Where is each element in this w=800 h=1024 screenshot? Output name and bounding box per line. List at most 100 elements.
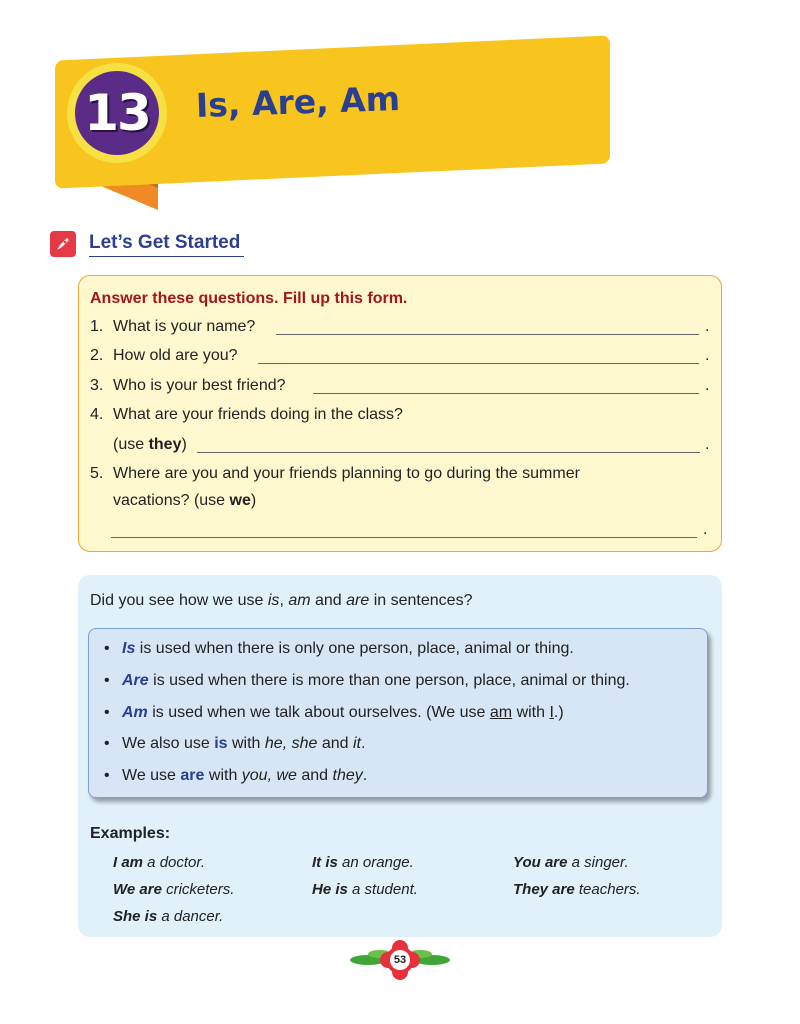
form-instruction: Answer these questions. Fill up this for… xyxy=(90,290,408,307)
bullet: • xyxy=(104,735,110,752)
rule-text: .) xyxy=(553,704,564,721)
question-5: 5. Where are you and your friends plannin… xyxy=(90,465,580,483)
chapter-title: Is, Are, Am xyxy=(195,78,401,125)
rule-text: and xyxy=(296,767,333,784)
example: They are teachers. xyxy=(513,881,641,898)
intro-text: Did you see how we use is, am and are in… xyxy=(90,592,472,610)
text: are xyxy=(346,592,370,609)
rule-text: with xyxy=(512,704,550,721)
question-text: What are your friends doing in the class… xyxy=(113,406,403,423)
end-mark: . xyxy=(705,436,710,453)
hint-text: (use xyxy=(113,436,149,453)
rule-am: • Am is used when we talk about ourselves… xyxy=(104,704,564,722)
answer-line-1[interactable] xyxy=(276,334,699,335)
pronouns: he, she xyxy=(264,735,318,752)
text: , xyxy=(279,592,289,609)
example-verb: He is xyxy=(312,881,348,898)
rule-text: We also use xyxy=(122,735,215,752)
hint-text: ) xyxy=(250,492,257,509)
text: is xyxy=(267,592,280,609)
rule-is: • Is is used when there is only one perso… xyxy=(104,640,574,658)
end-mark: . xyxy=(705,377,710,394)
question-number: 3. xyxy=(90,377,104,394)
text: in sentences? xyxy=(369,592,473,609)
bullet: • xyxy=(104,672,110,689)
question-text: What is your name? xyxy=(113,318,256,335)
rule-text: and xyxy=(317,735,353,752)
chapter-number: 13 xyxy=(75,71,159,155)
rule-text: with xyxy=(204,767,242,784)
section-title: Let’s Get Started xyxy=(89,232,244,257)
rule-text: . xyxy=(360,735,366,752)
example-verb: We are xyxy=(113,881,162,898)
example-verb: It is xyxy=(312,854,338,871)
question-4: 4. What are your friends doing in the cla… xyxy=(90,406,403,424)
bullet: • xyxy=(104,767,110,784)
question-text: Where are you and your friends planning … xyxy=(113,465,580,482)
keyword: are xyxy=(180,767,205,784)
end-mark: . xyxy=(703,521,708,538)
example-rest: an orange. xyxy=(337,854,414,871)
example: I am a doctor. xyxy=(113,854,205,871)
rule-text: is used when there is more than one pers… xyxy=(148,672,630,689)
example: It is an orange. xyxy=(312,854,414,871)
text: am xyxy=(288,592,311,609)
question-1: 1. What is your name? xyxy=(90,318,255,336)
example-rest: a student. xyxy=(347,881,418,898)
text: Did you see how we use xyxy=(90,592,268,609)
answer-line-4[interactable] xyxy=(197,452,700,453)
example-rest: cricketers. xyxy=(161,881,235,898)
rule-are: • Are is used when there is more than one… xyxy=(104,672,630,690)
page-number-badge: 53 xyxy=(386,946,414,974)
pronouns: you, we xyxy=(241,767,297,784)
hint-text: ) xyxy=(181,436,187,453)
hint-text: vacations? (use xyxy=(113,492,230,509)
question-number: 4. xyxy=(90,406,104,423)
pronouns: they xyxy=(332,767,363,784)
example-verb: I am xyxy=(113,854,144,871)
rule-text: is used when we talk about ourselves. (W… xyxy=(147,704,490,721)
rule-text: is used when there is only one person, p… xyxy=(135,640,574,657)
rule-is-pronouns: • We also use is with he, she and it. xyxy=(104,735,365,753)
question-3: 3. Who is your best friend? xyxy=(90,377,286,395)
rocket-icon xyxy=(50,231,76,257)
pronouns: it xyxy=(352,735,361,752)
keyword: is xyxy=(214,735,228,752)
question-number: 5. xyxy=(90,465,104,482)
question-4-hint: (use they) xyxy=(113,436,187,454)
page-number: 53 xyxy=(390,950,410,970)
example: You are a singer. xyxy=(513,854,629,871)
underlined-word: am xyxy=(489,704,513,721)
hint-word: they xyxy=(148,436,182,453)
example: He is a student. xyxy=(312,881,418,898)
rule-text: with xyxy=(227,735,265,752)
chapter-number-badge: 13 xyxy=(67,63,167,163)
answer-line-2[interactable] xyxy=(258,363,699,364)
example-rest: a singer. xyxy=(567,854,629,871)
end-mark: . xyxy=(705,347,710,364)
example-verb: You are xyxy=(513,854,568,871)
keyword: Am xyxy=(122,704,148,721)
hint-word: we xyxy=(229,492,251,509)
question-text: How old are you? xyxy=(113,347,238,364)
rule-text: . xyxy=(362,767,368,784)
end-mark: . xyxy=(705,318,710,335)
example-rest: teachers. xyxy=(574,881,641,898)
question-5-line2: vacations? (use we) xyxy=(113,492,256,510)
answer-line-3[interactable] xyxy=(313,393,699,394)
example-verb: She is xyxy=(113,908,158,925)
bullet: • xyxy=(104,640,110,657)
bullet: • xyxy=(104,704,110,721)
answer-line-5[interactable] xyxy=(111,537,697,538)
rule-are-pronouns: • We use are with you, we and they. xyxy=(104,767,367,785)
question-2: 2. How old are you? xyxy=(90,347,238,365)
rule-text: We use xyxy=(122,767,181,784)
keyword: Is xyxy=(122,640,136,657)
keyword: Are xyxy=(122,672,149,689)
example-verb: They are xyxy=(513,881,575,898)
question-text: Who is your best friend? xyxy=(113,377,286,394)
question-number: 1. xyxy=(90,318,104,335)
example: She is a dancer. xyxy=(113,908,223,925)
question-number: 2. xyxy=(90,347,104,364)
example: We are cricketers. xyxy=(113,881,234,898)
